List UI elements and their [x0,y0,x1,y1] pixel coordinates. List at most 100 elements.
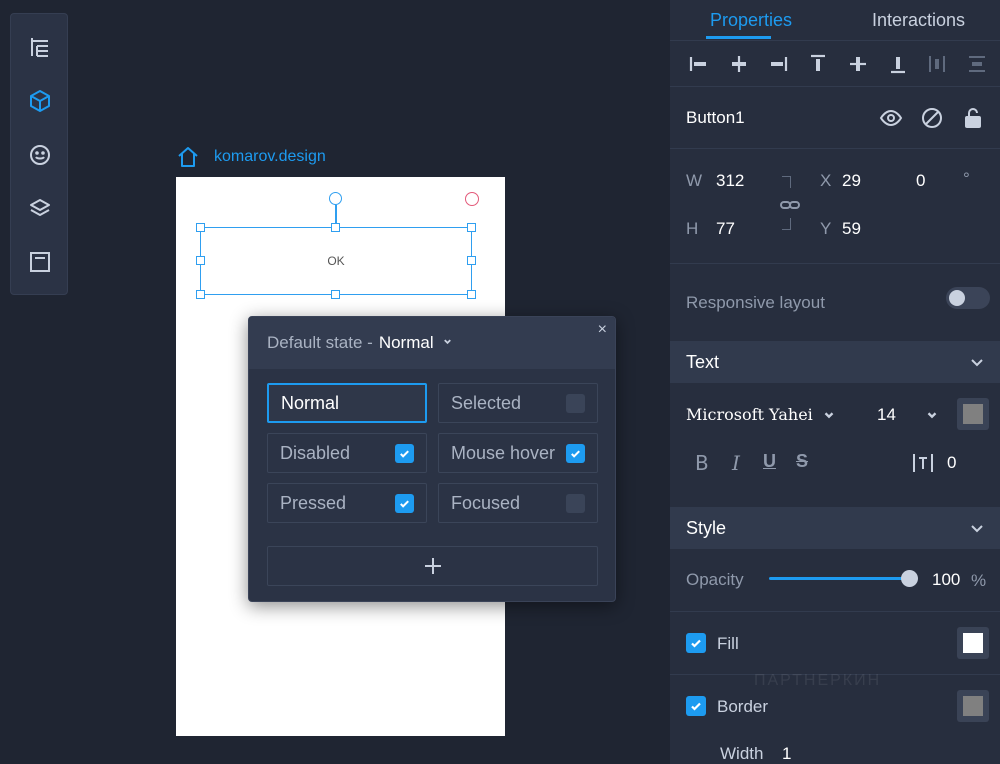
tab-interactions[interactable]: Interactions [872,10,965,31]
y-field[interactable]: 59 [842,219,861,239]
resize-handle-se[interactable] [467,290,476,299]
letter-spacing-field[interactable]: 0 [947,453,956,473]
artboard-name: komarov.design [214,148,326,165]
chevron-down-icon [971,359,983,367]
degree-symbol: ° [963,169,970,188]
close-icon[interactable]: × [598,321,607,339]
artboard-title[interactable]: komarov.design [176,145,326,169]
resize-handle-ne[interactable] [467,223,476,232]
text-section-header[interactable]: Text [670,341,1000,383]
state-checkbox[interactable] [395,494,414,513]
smiley-icon[interactable] [25,140,55,170]
letter-spacing-icon [910,450,936,476]
state-label: Selected [451,392,522,413]
eye-icon[interactable] [878,105,904,131]
style-section-header[interactable]: Style [670,507,1000,549]
state-mouse-hover[interactable]: Mouse hover [438,433,598,473]
resize-handle-e[interactable] [467,256,476,265]
align-center-h-icon[interactable] [726,51,752,77]
selected-button[interactable]: OK [200,227,472,295]
opacity-slider-track[interactable] [769,577,911,580]
x-field[interactable]: 29 [842,171,861,191]
disable-icon[interactable] [919,105,945,131]
responsive-layout-toggle[interactable] [946,287,990,309]
layers-icon[interactable] [25,194,55,224]
border-checkbox[interactable] [686,696,706,716]
corner-radius-handle[interactable] [465,192,479,206]
rotation-handle[interactable] [329,192,342,205]
color-preview [963,404,983,424]
resize-handle-w[interactable] [196,256,205,265]
state-label: Pressed [280,492,347,513]
chevron-down-icon[interactable] [822,408,836,422]
border-width-label: Width [720,744,764,763]
font-size-field[interactable]: 14 [877,405,896,425]
align-left-icon[interactable] [686,51,712,77]
bold-button[interactable]: B [695,451,709,475]
opacity-slider-knob[interactable] [901,570,918,587]
height-label: H [686,219,699,238]
panel-icon[interactable] [25,247,55,277]
underline-button[interactable]: U [763,451,776,472]
state-selected[interactable]: Selected [438,383,598,423]
check-icon [691,702,701,711]
default-state-selector[interactable]: Default state - Normal [249,317,615,369]
fill-checkbox[interactable] [686,633,706,653]
rotation-field[interactable]: 0 [916,171,925,191]
fill-color-swatch[interactable] [957,627,989,659]
align-top-icon[interactable] [805,51,831,77]
chevron-down-icon[interactable] [925,408,939,422]
opacity-field[interactable]: 100 [932,570,960,590]
italic-button[interactable]: I [732,451,740,475]
resize-handle-n[interactable] [331,223,340,232]
strikethrough-button[interactable]: S [796,451,808,472]
default-state-value: Normal [378,333,434,352]
state-label: Mouse hover [451,442,556,463]
divider [670,611,1000,612]
link-bracket-top [782,176,791,188]
resize-handle-s[interactable] [331,290,340,299]
opacity-unit: % [971,571,987,590]
distribute-vertical-icon[interactable] [964,51,990,77]
align-bottom-icon[interactable] [885,51,911,77]
state-disabled[interactable]: Disabled [267,433,427,473]
element-name[interactable]: Button1 [686,108,745,128]
align-right-icon[interactable] [765,51,791,77]
state-label: Focused [451,492,521,513]
chevron-down-icon [442,336,453,350]
cube-icon[interactable] [25,86,55,116]
border-label: Border [717,697,769,716]
state-label: Disabled [280,442,351,463]
tab-properties[interactable]: Properties [710,10,792,31]
home-icon [178,147,198,167]
align-center-v-icon[interactable] [845,51,871,77]
default-state-label: Default state - [267,333,373,352]
button-text: OK [327,254,345,268]
distribute-horizontal-icon[interactable] [924,51,950,77]
border-color-swatch[interactable] [957,690,989,722]
height-field[interactable]: 77 [716,219,735,239]
state-checkbox[interactable] [566,394,585,413]
resize-handle-nw[interactable] [196,223,205,232]
check-icon [400,500,409,508]
watermark-text: ПАРТНЕРКИН [754,672,882,689]
panel-tabs: Properties Interactions [670,0,1000,40]
text-color-swatch[interactable] [957,398,989,430]
check-icon [571,450,580,458]
resize-handle-sw[interactable] [196,290,205,299]
link-icon[interactable] [777,192,803,218]
width-field[interactable]: 312 [716,171,744,191]
state-focused[interactable]: Focused [438,483,598,523]
fill-label: Fill [717,634,739,653]
state-checkbox[interactable] [566,494,585,513]
font-family-select[interactable]: Microsoft Yahei [686,405,813,424]
add-state-button[interactable] [267,546,598,586]
state-checkbox[interactable] [566,444,585,463]
state-normal[interactable]: Normal [267,383,427,423]
unlock-icon[interactable] [960,105,986,131]
state-pressed[interactable]: Pressed [267,483,427,523]
state-checkbox[interactable] [395,444,414,463]
chevron-down-icon [971,525,983,533]
outline-tree-icon[interactable] [25,32,55,62]
border-width-field[interactable]: 1 [782,744,791,764]
